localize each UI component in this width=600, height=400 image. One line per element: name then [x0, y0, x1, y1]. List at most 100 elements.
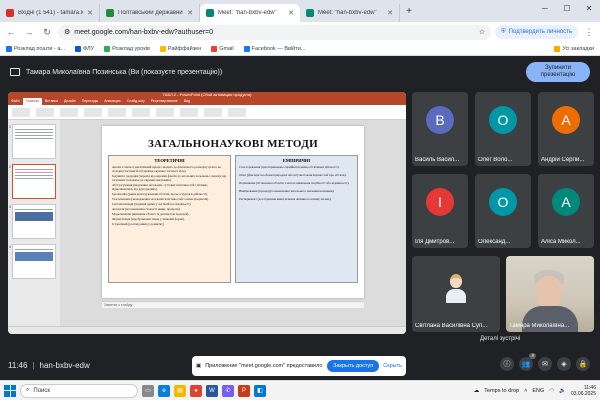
meeting-details-label[interactable]: Деталі зустрічі [480, 336, 520, 342]
avatar: О [489, 106, 517, 134]
bookmark-star-icon[interactable]: ☆ [479, 28, 485, 36]
close-icon[interactable]: ✕ [87, 9, 93, 17]
info-icon[interactable]: ⓘ [500, 357, 514, 371]
wifi-icon[interactable]: ◠ [549, 388, 554, 394]
ribbon-tool[interactable] [108, 107, 126, 117]
shield-icon: ⛨ [501, 28, 506, 35]
language-indicator[interactable]: ENG [532, 388, 544, 394]
participant-tile[interactable]: В Василь Васил... [412, 92, 468, 166]
slide-title: ЗАГАЛЬНОНАУКОВІ МЕТОДИ [148, 138, 318, 150]
new-tab-button[interactable]: + [400, 6, 418, 17]
reload-icon[interactable]: ↻ [40, 27, 54, 38]
word-icon[interactable]: W [206, 384, 218, 397]
ribbon-tool[interactable] [12, 107, 30, 117]
ribbon-tab[interactable]: Дизайн [61, 98, 79, 105]
close-icon[interactable]: ✕ [387, 9, 393, 17]
verify-identity-button[interactable]: ⛨ Подтвердить личность [495, 25, 578, 39]
slide-number: 1 [9, 125, 11, 129]
slide-thumbnail[interactable]: 1 [9, 124, 56, 159]
method-item: Історичний (розгляд явищ у розвитку). [112, 222, 165, 226]
maximize-icon[interactable]: ☐ [556, 0, 578, 18]
minimize-icon[interactable]: ─ [534, 0, 556, 18]
ribbon-tool[interactable] [60, 107, 78, 117]
search-icon: ⌕ [26, 387, 30, 393]
browser-tab-meet-active[interactable]: Meet: "han-bxbv-edw" ✕ [200, 4, 300, 22]
ribbon-tool[interactable] [156, 107, 174, 117]
site-info-icon[interactable]: ⚙ [64, 28, 70, 36]
people-icon[interactable]: 👥 9 [519, 353, 536, 371]
ribbon-tool[interactable] [36, 107, 54, 117]
self-video-tile[interactable]: Тамара Миколаївна... [506, 256, 594, 332]
hide-button[interactable]: Скрыть [383, 363, 402, 369]
participant-tile[interactable]: А Андрій Сергій... [538, 92, 594, 166]
all-bookmarks[interactable]: Усі закладки [554, 45, 594, 52]
forward-icon[interactable]: → [22, 27, 36, 37]
browser-tab-university[interactable]: Полтавський державний агро ✕ [100, 4, 200, 22]
ribbon-tab[interactable]: Рецензирование [148, 98, 181, 105]
webcam-video [506, 256, 594, 332]
current-slide[interactable]: ЗАГАЛЬНОНАУКОВІ МЕТОДИ ТЕОРЕТИЧНІ Аналіз… [102, 126, 364, 298]
slide-number: 2 [9, 165, 11, 169]
ribbon-tab[interactable]: Переходы [79, 98, 101, 105]
browser-tab-gmail[interactable]: Вхідні (1 541) - tamara.lozynsk ✕ [0, 4, 100, 22]
slide-thumbnail[interactable]: 4 [9, 244, 56, 279]
viber-icon[interactable]: ✆ [222, 384, 234, 397]
method-item: Абстрагування (виділення загальних, сутт… [112, 183, 208, 191]
participants-count: 9 [529, 353, 536, 359]
ribbon-tab[interactable]: Файл [8, 98, 23, 105]
ribbon-tool[interactable] [204, 107, 222, 117]
participant-name: Аліса Микол... [541, 239, 581, 245]
bookmark-item[interactable]: Розклад пошти - а... [6, 45, 65, 52]
volume-icon[interactable]: 🔈 [559, 388, 566, 394]
slide-thumbnail[interactable]: 3 [9, 204, 56, 239]
ribbon-tab[interactable]: Анимация [101, 98, 123, 105]
bookmark-item[interactable]: ФЛУ [75, 45, 94, 52]
menu-icon[interactable]: ⋮ [582, 27, 596, 38]
participant-tile[interactable]: О Олег Воло... [475, 92, 531, 166]
store-icon[interactable]: ◧ [254, 384, 266, 397]
chat-icon[interactable]: ✉ [538, 357, 552, 371]
chrome-icon[interactable]: ● [190, 384, 202, 397]
participant-tile[interactable]: І Іля Дмитров... [412, 174, 468, 248]
method-item: Опис (фіксація засобами природної або шт… [239, 173, 347, 177]
participant-tile[interactable]: О Олександ... [475, 174, 531, 248]
stop-presenting-button[interactable]: Зупинити презентацію [526, 62, 590, 82]
bookmark-item[interactable]: Розклад уроків [104, 45, 150, 52]
clock[interactable]: 11:46 03.06.2025 [571, 385, 596, 397]
task-view-icon[interactable]: ▭ [142, 384, 154, 397]
slide-notes[interactable]: Заметки к слайду [102, 301, 364, 308]
bookmark-item[interactable]: Gmail [211, 45, 234, 52]
browser-tab-meet[interactable]: Meet: "han-bxbv-edw" ✕ [300, 4, 400, 22]
ribbon-tab[interactable]: Вид [181, 98, 193, 105]
participant-photo-tile[interactable]: Світлана Василівна Суп... [412, 256, 500, 332]
taskbar-search[interactable]: ⌕ Поиск [20, 383, 138, 398]
powerpoint-icon[interactable]: P [238, 384, 250, 397]
ppt-body: 1 2 3 4 ЗАГАЛЬНОНАУКОВІ МЕТОДИ ТЕОРЕТИЧН… [8, 120, 406, 326]
weather-text[interactable]: Temps to drop [484, 388, 519, 394]
ribbon-tab[interactable]: Слайд-шоу [124, 98, 148, 105]
activities-icon[interactable]: ◈ [557, 357, 571, 371]
bookmark-item[interactable]: Райффайзен [159, 45, 201, 52]
url-input[interactable]: ⚙ meet.google.com/han-bxbv-edw?authuser=… [58, 24, 492, 40]
ribbon-tool[interactable] [132, 107, 150, 117]
lock-icon[interactable]: 🔒 [576, 357, 590, 371]
ribbon-tab[interactable]: Вставка [42, 98, 61, 105]
bookmark-item[interactable]: Facebook — Ввійти... [243, 45, 305, 52]
ribbon-tab[interactable]: Главная [22, 98, 42, 105]
back-icon[interactable]: ← [4, 27, 18, 37]
separator: | [32, 360, 35, 370]
close-icon[interactable]: ✕ [187, 9, 193, 17]
slide-thumbnail-selected[interactable]: 2 [9, 164, 56, 199]
participant-name: Василь Васил... [415, 157, 460, 163]
ribbon-tool[interactable] [180, 107, 198, 117]
participant-tile[interactable]: А Аліса Микол... [538, 174, 594, 248]
edge-icon[interactable]: e [158, 384, 170, 397]
tray-chevron-icon[interactable]: ˄ [524, 388, 527, 394]
close-window-icon[interactable]: ✕ [578, 0, 600, 18]
ribbon-tool[interactable] [84, 107, 102, 117]
file-explorer-icon[interactable]: ▤ [174, 384, 186, 397]
windows-start-icon[interactable] [4, 384, 16, 397]
ribbon-tool[interactable] [228, 107, 246, 117]
stop-sharing-button[interactable]: Закрыть доступ [327, 360, 380, 372]
close-icon[interactable]: ✕ [288, 9, 294, 17]
